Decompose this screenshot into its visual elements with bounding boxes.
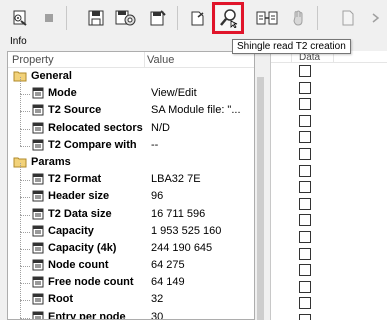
- property-label: Mode: [48, 87, 77, 100]
- property-row[interactable]: T2 Format LBA32 7E: [8, 163, 254, 188]
- property-icon: [32, 259, 44, 274]
- property-row[interactable]: Free node count 64 149: [8, 266, 254, 291]
- chevron-icon[interactable]: [364, 6, 387, 30]
- data-checkbox[interactable]: [299, 197, 311, 210]
- toolbar-separator: [177, 6, 178, 30]
- scrollbar-thumb[interactable]: [257, 77, 264, 320]
- data-checkbox[interactable]: [299, 98, 311, 111]
- property-icon: [32, 311, 44, 319]
- property-label: Capacity (4k): [48, 241, 117, 254]
- property-icon: [32, 225, 44, 240]
- property-value: 64 275: [151, 259, 185, 272]
- property-value: LBA32 7E: [151, 173, 201, 186]
- value-column-header[interactable]: Value: [147, 54, 174, 66]
- property-label: Entry per node: [48, 310, 126, 320]
- data-checkbox[interactable]: [299, 65, 311, 77]
- property-label: T2 Data size: [48, 207, 112, 220]
- property-icon: [32, 208, 44, 223]
- property-icon: [32, 276, 44, 291]
- data-checkbox[interactable]: [299, 297, 311, 310]
- compare-icon[interactable]: [255, 6, 279, 30]
- stop-icon[interactable]: [37, 6, 61, 30]
- property-value: 1 953 525 160: [151, 224, 222, 237]
- property-value: 244 190 645: [151, 241, 213, 254]
- property-value: SA Module file: "...: [151, 104, 241, 117]
- vertical-scrollbar[interactable]: [256, 51, 265, 320]
- data-checkbox[interactable]: [299, 214, 311, 227]
- data-checkbox[interactable]: [299, 114, 311, 127]
- property-label: T2 Compare with: [48, 138, 137, 151]
- data-checkbox[interactable]: [299, 231, 311, 243]
- property-row[interactable]: T2 Compare with --: [8, 128, 254, 154]
- property-rows: General Mode View/Edit T2 Source SA Module f…: [8, 68, 254, 320]
- property-row[interactable]: Entry per node 30: [8, 300, 254, 320]
- property-icon: [32, 173, 44, 188]
- property-label: T2 Format: [48, 173, 102, 186]
- export-icon[interactable]: [146, 6, 170, 30]
- property-icon: [32, 190, 44, 205]
- hand-icon[interactable]: [287, 6, 311, 30]
- property-row[interactable]: Root 32: [8, 283, 254, 308]
- property-icon: [32, 104, 44, 119]
- property-label: Capacity: [48, 224, 94, 237]
- property-icon: [32, 293, 44, 308]
- open-disk-icon[interactable]: [8, 6, 32, 30]
- data-checkbox[interactable]: [299, 148, 311, 160]
- data-checkbox[interactable]: [299, 164, 311, 177]
- property-column-header[interactable]: Property: [12, 54, 54, 66]
- data-checkbox[interactable]: [299, 181, 311, 194]
- property-row[interactable]: Capacity (4k) 244 190 645: [8, 231, 254, 257]
- property-row[interactable]: T2 Source SA Module file: "...: [8, 94, 254, 119]
- data-checkbox[interactable]: [299, 314, 311, 320]
- category-row[interactable]: Params: [8, 154, 254, 171]
- property-value: 64 149: [151, 276, 185, 289]
- property-label: T2 Source: [48, 104, 102, 117]
- property-row[interactable]: Relocated sectors N/D: [8, 111, 254, 137]
- property-value: N/D: [151, 121, 170, 134]
- property-icon: [32, 87, 44, 102]
- property-label: Relocated sectors: [48, 121, 143, 134]
- property-grid: Property Value General Mode View/Edit T2 So…: [7, 51, 255, 320]
- data-checkbox[interactable]: [299, 247, 311, 260]
- property-value: 30: [151, 310, 164, 320]
- property-icon: [32, 242, 44, 257]
- toolbar-separator: [317, 6, 318, 30]
- open-file-icon[interactable]: [186, 6, 210, 30]
- property-label: Root: [48, 293, 74, 306]
- property-value: View/Edit: [151, 87, 197, 100]
- property-icon: [32, 122, 44, 137]
- property-row[interactable]: Mode View/Edit: [8, 77, 254, 102]
- data-panel: Data: [270, 51, 387, 320]
- data-checkbox[interactable]: [299, 264, 311, 277]
- property-row[interactable]: Capacity 1 953 525 160: [8, 214, 254, 240]
- property-row[interactable]: Header size 96: [8, 180, 254, 205]
- category-row[interactable]: General: [8, 68, 254, 85]
- data-checkbox[interactable]: [299, 81, 311, 94]
- property-grid-header: Property Value: [8, 52, 254, 68]
- property-row[interactable]: Node count 64 275: [8, 249, 254, 274]
- property-label: General: [31, 70, 72, 82]
- property-label: Node count: [48, 259, 109, 272]
- property-label: Params: [31, 155, 71, 168]
- tooltip: Shingle read T2 creation: [232, 39, 351, 54]
- toolbar-separator: [66, 6, 67, 30]
- property-value: 96: [151, 190, 164, 203]
- property-label: Header size: [48, 190, 110, 203]
- search-read-icon[interactable]: [212, 2, 244, 34]
- data-checkbox[interactable]: [299, 131, 311, 144]
- property-value: 32: [151, 293, 164, 306]
- toolbar: [0, 0, 387, 38]
- property-value: 16 711 596: [151, 207, 206, 220]
- property-icon: [32, 139, 44, 154]
- save-settings-icon[interactable]: [113, 6, 137, 30]
- document-icon[interactable]: [336, 6, 360, 30]
- info-label: Info: [10, 36, 27, 47]
- property-value: --: [151, 138, 159, 151]
- property-label: Free node count: [48, 276, 134, 289]
- save-icon[interactable]: [84, 6, 108, 30]
- data-checkbox[interactable]: [299, 280, 311, 293]
- property-row[interactable]: T2 Data size 16 711 596: [8, 197, 254, 223]
